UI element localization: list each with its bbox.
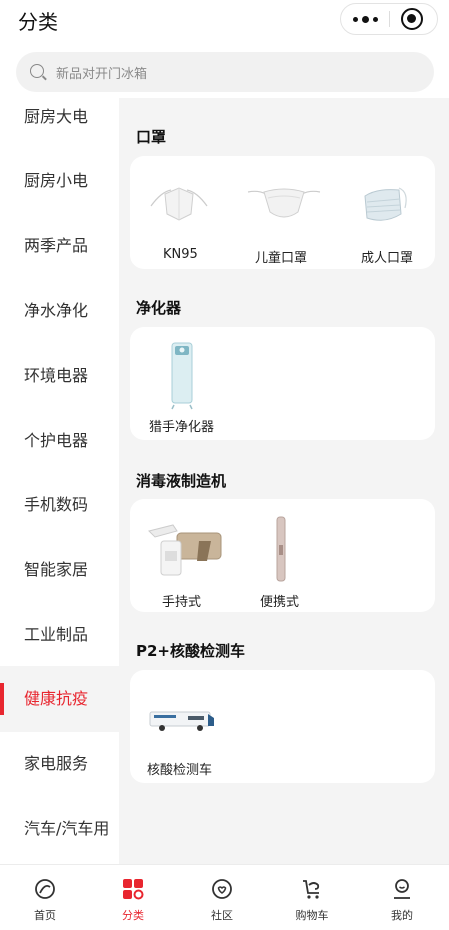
close-mini-program-button[interactable] bbox=[401, 8, 423, 30]
tab-home[interactable]: 首页 bbox=[0, 865, 90, 930]
tab-home-label: 首页 bbox=[34, 909, 56, 922]
search-bar[interactable]: 新品对开门冰箱 bbox=[16, 52, 434, 92]
tab-community[interactable]: 社区 bbox=[177, 865, 267, 930]
mini-program-capsule bbox=[340, 3, 438, 35]
purifier-image bbox=[171, 342, 193, 410]
header-bar: 分类 bbox=[0, 0, 449, 44]
profile-icon bbox=[394, 879, 410, 899]
product-card-disinfectant: 手持式 便携式 bbox=[130, 499, 435, 612]
sidebar-item-kitchen-major[interactable]: 厨房大电 bbox=[0, 98, 119, 150]
tab-cart[interactable]: 购物车 bbox=[267, 865, 357, 930]
adult-mask-product[interactable] bbox=[355, 182, 411, 228]
section-title-disinfectant: 消毒液制造机 bbox=[136, 472, 227, 490]
sidebar-item-auto[interactable]: 汽车/汽车用 bbox=[0, 796, 119, 862]
handheld-product[interactable] bbox=[147, 521, 227, 579]
page-title: 分类 bbox=[18, 10, 58, 34]
sidebar-item-phones-digital[interactable]: 手机数码 bbox=[0, 472, 119, 538]
category-icon bbox=[123, 879, 144, 900]
tab-category[interactable]: 分类 bbox=[88, 865, 178, 930]
sidebar-item-smart-home[interactable]: 智能家居 bbox=[0, 537, 119, 603]
category-content: 口罩 KN95 儿童口罩 成人口罩 净化器 猎手净化器 消毒液制造机 手持式 便… bbox=[119, 98, 449, 864]
sidebar-item-seasonal[interactable]: 两季产品 bbox=[0, 213, 119, 279]
tab-category-label: 分类 bbox=[122, 909, 144, 922]
product-card-purifier: 猎手净化器 bbox=[130, 327, 435, 440]
search-icon bbox=[30, 64, 44, 78]
tab-profile-label: 我的 bbox=[391, 909, 413, 922]
tab-community-label: 社区 bbox=[211, 909, 233, 922]
sidebar-item-personal-care[interactable]: 个护电器 bbox=[0, 408, 119, 474]
purifier-product[interactable] bbox=[168, 341, 196, 411]
search-placeholder: 新品对开门冰箱 bbox=[56, 67, 148, 82]
sidebar-item-kitchen-small[interactable]: 厨房小电 bbox=[0, 148, 119, 214]
capsule-divider bbox=[389, 11, 390, 27]
kids-mask-image bbox=[247, 188, 321, 218]
category-sidebar: 厨房大电 厨房小电 两季产品 净水净化 环境电器 个护电器 手机数码 智能家居 … bbox=[0, 98, 119, 864]
portable-sprayer-image bbox=[276, 516, 286, 582]
community-icon bbox=[212, 879, 232, 899]
more-options-button[interactable] bbox=[341, 4, 389, 34]
section-title-masks: 口罩 bbox=[136, 128, 167, 146]
section-title-purifier: 净化器 bbox=[136, 299, 182, 317]
home-icon bbox=[35, 879, 55, 899]
sidebar-item-health[interactable]: 健康抗疫 bbox=[0, 666, 119, 732]
sidebar-item-water-purification[interactable]: 净水净化 bbox=[0, 278, 119, 344]
cart-icon bbox=[303, 880, 320, 899]
kids-mask-product[interactable] bbox=[244, 184, 324, 224]
kn95-product[interactable] bbox=[147, 184, 211, 224]
kn95-mask-image bbox=[150, 187, 208, 221]
adult-mask-image bbox=[364, 187, 407, 221]
handheld-sprayer-image bbox=[148, 524, 222, 576]
bottom-tab-bar: 首页 分类 社区 购物车 我的 bbox=[0, 864, 449, 930]
sidebar-item-appliance-service[interactable]: 家电服务 bbox=[0, 731, 119, 797]
product-card-masks: KN95 儿童口罩 成人口罩 bbox=[130, 156, 435, 269]
active-indicator bbox=[0, 683, 4, 715]
tab-cart-label: 购物车 bbox=[295, 909, 329, 922]
product-label-kids-mask: 儿童口罩 bbox=[255, 251, 308, 266]
product-label-testing-vehicle: 核酸检测车 bbox=[147, 763, 213, 778]
testing-vehicle-image bbox=[149, 711, 214, 731]
portable-product[interactable] bbox=[274, 515, 288, 583]
product-label-purifier: 猎手净化器 bbox=[149, 420, 215, 435]
product-label-kn95: KN95 bbox=[163, 247, 198, 262]
sidebar-item-environment[interactable]: 环境电器 bbox=[0, 343, 119, 409]
product-card-testing-vehicle: 核酸检测车 bbox=[130, 670, 435, 783]
product-label-portable: 便携式 bbox=[260, 595, 300, 610]
testing-vehicle-product[interactable] bbox=[148, 708, 216, 732]
product-label-adult-mask: 成人口罩 bbox=[361, 251, 414, 266]
tab-profile[interactable]: 我的 bbox=[357, 865, 447, 930]
section-title-testing-vehicle: P2+核酸检测车 bbox=[136, 642, 245, 660]
sidebar-item-industrial[interactable]: 工业制品 bbox=[0, 602, 119, 668]
product-label-handheld: 手持式 bbox=[162, 595, 202, 610]
